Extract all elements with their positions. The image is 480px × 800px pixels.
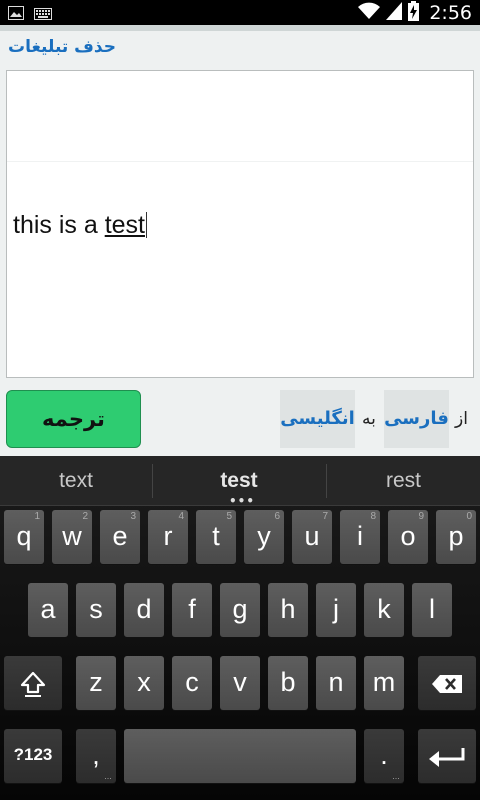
key-c[interactable]: c (172, 656, 212, 710)
backspace-icon (431, 667, 463, 697)
image-notification-icon (8, 5, 24, 24)
key-b[interactable]: b (268, 656, 308, 710)
comma-key[interactable]: ,… (76, 729, 116, 783)
key-x[interactable]: x (124, 656, 164, 710)
enter-key[interactable] (418, 729, 476, 783)
soft-keyboard: text test rest ••• q1 w2 e3 r4 t5 y6 u7 … (0, 456, 480, 800)
key-j[interactable]: j (316, 583, 356, 637)
key-q[interactable]: q1 (4, 510, 44, 564)
source-language-selector[interactable]: فارسی (384, 390, 449, 448)
enter-icon (428, 740, 466, 770)
translator-app: حذف تبلیغات this is a test ترجمه انگلیسی… (0, 25, 480, 456)
key-f[interactable]: f (172, 583, 212, 637)
key-o[interactable]: o9 (388, 510, 428, 564)
composing-word: test (104, 211, 145, 239)
clock: 2:56 (429, 1, 472, 24)
text-cursor (146, 212, 147, 238)
backspace-key[interactable] (418, 656, 476, 710)
key-n[interactable]: n (316, 656, 356, 710)
key-e[interactable]: e3 (100, 510, 140, 564)
key-w[interactable]: w2 (52, 510, 92, 564)
top-divider (0, 25, 480, 31)
symbols-key[interactable]: ?123 (4, 729, 62, 783)
battery-charging-icon (408, 0, 420, 25)
key-u[interactable]: u7 (292, 510, 332, 564)
text-area-divider (7, 161, 473, 162)
source-text-input[interactable]: this is a test (6, 70, 474, 378)
target-language-selector[interactable]: انگلیسی (280, 390, 355, 448)
key-a[interactable]: a (28, 583, 68, 637)
key-z[interactable]: z (76, 656, 116, 710)
key-l[interactable]: l (412, 583, 452, 637)
source-text: this is a test (13, 211, 147, 240)
key-p[interactable]: p0 (436, 510, 476, 564)
wifi-icon (358, 2, 381, 24)
key-h[interactable]: h (268, 583, 308, 637)
keyboard-notification-icon (34, 5, 52, 24)
key-g[interactable]: g (220, 583, 260, 637)
key-y[interactable]: y6 (244, 510, 284, 564)
signal-icon (386, 1, 403, 24)
key-d[interactable]: d (124, 583, 164, 637)
status-bar: 2:56 (0, 0, 480, 25)
suggestion-strip: text test rest ••• (0, 456, 480, 508)
key-m[interactable]: m (364, 656, 404, 710)
shift-icon (20, 667, 46, 697)
space-key[interactable] (124, 729, 356, 783)
remove-ads-link[interactable]: حذف تبلیغات (8, 37, 116, 57)
suggestion-right[interactable]: rest (327, 456, 480, 506)
key-t[interactable]: t5 (196, 510, 236, 564)
to-label: به (362, 409, 376, 429)
key-k[interactable]: k (364, 583, 404, 637)
key-v[interactable]: v (220, 656, 260, 710)
shift-key[interactable] (4, 656, 62, 710)
from-label: از (455, 409, 468, 429)
translate-button[interactable]: ترجمه (6, 390, 141, 448)
key-r[interactable]: r4 (148, 510, 188, 564)
key-s[interactable]: s (76, 583, 116, 637)
key-i[interactable]: i8 (340, 510, 380, 564)
more-suggestions-icon: ••• (229, 494, 256, 508)
period-key[interactable]: .… (364, 729, 404, 783)
typed-text: this is a (13, 211, 105, 239)
suggestion-left[interactable]: text (0, 456, 152, 506)
